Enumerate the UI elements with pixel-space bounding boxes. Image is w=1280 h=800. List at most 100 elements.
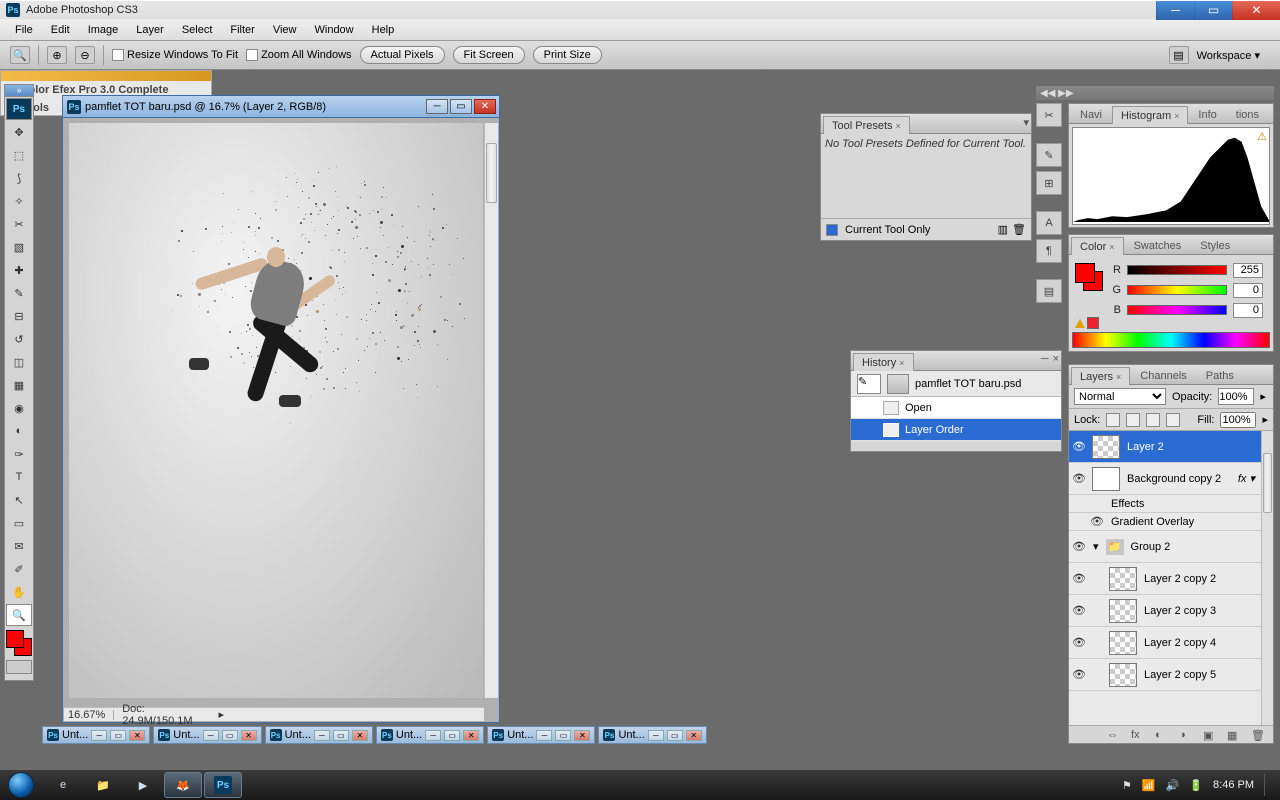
workspace-menu[interactable]: Workspace ▾ xyxy=(1197,49,1260,62)
document-titlebar[interactable]: Ps pamflet TOT baru.psd @ 16.7% (Layer 2… xyxy=(63,96,499,118)
history-brush-tool-icon[interactable]: ↺ xyxy=(6,328,32,350)
panel-dock-header[interactable]: ◀◀ ▶▶ xyxy=(1036,86,1274,100)
dock-clone-icon[interactable]: ⊞ xyxy=(1036,171,1062,195)
visibility-icon[interactable]: 👁 xyxy=(1069,668,1089,681)
red-slider[interactable] xyxy=(1127,265,1227,275)
green-slider[interactable] xyxy=(1127,285,1227,295)
layer-row[interactable]: 👁Layer 2 xyxy=(1069,431,1261,463)
layer-row[interactable]: 👁Layer 2 copy 3 xyxy=(1069,595,1261,627)
eyedropper-tool-icon[interactable]: ✐ xyxy=(6,558,32,580)
styles-tab[interactable]: Styles xyxy=(1191,236,1239,255)
menu-select[interactable]: Select xyxy=(173,24,222,36)
dodge-tool-icon[interactable]: ◐ xyxy=(6,420,32,442)
marquee-tool-icon[interactable]: ⬚ xyxy=(6,144,32,166)
histogram-warning-icon[interactable]: ⚠ xyxy=(1257,130,1267,143)
tray-flag-icon[interactable]: ⚑ xyxy=(1122,779,1132,792)
actions-tab[interactable]: tions xyxy=(1227,105,1268,124)
fit-screen-button[interactable]: Fit Screen xyxy=(453,46,525,64)
eraser-tool-icon[interactable]: ◫ xyxy=(6,351,32,373)
lock-all-icon[interactable] xyxy=(1166,413,1180,427)
show-desktop-button[interactable] xyxy=(1264,774,1272,796)
notes-tool-icon[interactable]: ✉ xyxy=(6,535,32,557)
lock-transparency-icon[interactable] xyxy=(1106,413,1120,427)
tray-clock[interactable]: 8:46 PM xyxy=(1213,779,1254,791)
paths-tab[interactable]: Paths xyxy=(1197,366,1243,385)
toolbox-collapse[interactable]: » xyxy=(5,85,33,97)
dock-icon-1[interactable]: ✂ xyxy=(1036,103,1062,127)
goto-bridge-icon[interactable]: ▤ xyxy=(1169,46,1189,64)
swatches-tab[interactable]: Swatches xyxy=(1125,236,1191,255)
maximize-button[interactable]: ▭ xyxy=(1194,1,1232,20)
info-tab[interactable]: Info xyxy=(1189,105,1225,124)
lasso-tool-icon[interactable]: ⟆ xyxy=(6,167,32,189)
doc-close-button[interactable]: ✕ xyxy=(474,99,496,114)
doc-minimize-button[interactable]: ─ xyxy=(426,99,448,114)
close-button[interactable]: ✕ xyxy=(1232,1,1280,20)
document-tab[interactable]: PsUnt...─▭✕ xyxy=(376,726,484,744)
zoom-out-icon[interactable]: ⊖ xyxy=(75,46,95,64)
quickmask-toggle[interactable] xyxy=(6,660,32,674)
taskbar-explorer-icon[interactable]: 📁 xyxy=(84,772,122,798)
tray-volume-icon[interactable]: 🔊 xyxy=(1166,779,1180,792)
green-value[interactable]: 0 xyxy=(1233,283,1263,298)
resize-to-fit-checkbox[interactable]: Resize Windows To Fit xyxy=(112,49,238,61)
document-tab[interactable]: PsUnt...─▭✕ xyxy=(42,726,150,744)
dock-paragraph-icon[interactable]: ¶ xyxy=(1036,239,1062,263)
visibility-icon[interactable]: 👁 xyxy=(1069,540,1089,553)
blue-slider[interactable] xyxy=(1127,305,1227,315)
visibility-icon[interactable]: 👁 xyxy=(1069,636,1089,649)
visibility-icon[interactable]: 👁 xyxy=(1069,572,1089,585)
color-ramp[interactable] xyxy=(1072,332,1270,348)
menu-help[interactable]: Help xyxy=(363,24,404,36)
shape-tool-icon[interactable]: ▭ xyxy=(6,512,32,534)
dock-brushes-icon[interactable]: ✎ xyxy=(1036,143,1062,167)
document-size[interactable]: Doc: 24.9M/150.1M xyxy=(122,703,210,727)
doc-maximize-button[interactable]: ▭ xyxy=(450,99,472,114)
fill-input[interactable] xyxy=(1220,412,1256,428)
history-snapshot-icon[interactable]: ✎ xyxy=(857,374,881,394)
path-tool-icon[interactable]: ↖ xyxy=(6,489,32,511)
slice-tool-icon[interactable]: ▧ xyxy=(6,236,32,258)
layer-row[interactable]: 👁▾📁Group 2 xyxy=(1069,531,1261,563)
doc-scrollbar-horizontal[interactable] xyxy=(228,707,484,721)
menu-file[interactable]: File xyxy=(6,24,42,36)
actual-pixels-button[interactable]: Actual Pixels xyxy=(360,46,445,64)
color-tab[interactable]: Color× xyxy=(1071,237,1124,255)
minimize-button[interactable]: ─ xyxy=(1156,1,1194,20)
layer-row[interactable]: 👁Layer 2 copy 5 xyxy=(1069,659,1261,691)
panel-close-icon[interactable]: × xyxy=(1053,353,1059,365)
move-tool-icon[interactable]: ✥ xyxy=(6,121,32,143)
histogram-tab[interactable]: Histogram× xyxy=(1112,106,1188,124)
document-tab[interactable]: PsUnt...─▭✕ xyxy=(487,726,595,744)
blue-value[interactable]: 0 xyxy=(1233,303,1263,318)
tray-network-icon[interactable]: 📶 xyxy=(1142,779,1156,792)
hand-tool-icon[interactable]: ✋ xyxy=(6,581,32,603)
layer-row[interactable]: 👁Layer 2 copy 4 xyxy=(1069,627,1261,659)
layer-row[interactable]: Effects xyxy=(1069,495,1261,513)
taskbar-firefox-icon[interactable]: 🦊 xyxy=(164,772,202,798)
history-item-open[interactable]: Open xyxy=(851,397,1061,419)
taskbar-media-icon[interactable]: ▶ xyxy=(124,772,162,798)
layer-row[interactable]: 👁Gradient Overlay xyxy=(1069,513,1261,531)
canvas[interactable] xyxy=(69,123,483,698)
layer-row[interactable]: 👁Layer 2 copy 2 xyxy=(1069,563,1261,595)
channels-tab[interactable]: Channels xyxy=(1131,366,1195,385)
visibility-icon[interactable]: 👁 xyxy=(1069,604,1089,617)
brush-tool-icon[interactable]: ✎ xyxy=(6,282,32,304)
zoom-tool-selected-icon[interactable]: 🔍 xyxy=(6,604,32,626)
menu-layer[interactable]: Layer xyxy=(127,24,173,36)
history-item-layerorder[interactable]: Layer Order xyxy=(851,419,1061,441)
history-doc-thumb[interactable] xyxy=(887,374,909,394)
doc-scrollbar-vertical[interactable] xyxy=(484,123,498,698)
layers-scrollbar[interactable] xyxy=(1261,431,1273,725)
document-zoom[interactable]: 16.67% xyxy=(68,709,105,721)
menu-image[interactable]: Image xyxy=(79,24,128,36)
opacity-input[interactable] xyxy=(1218,388,1254,405)
wand-tool-icon[interactable]: ✧ xyxy=(6,190,32,212)
new-preset-icon[interactable]: ▥ xyxy=(998,223,1008,236)
document-tab[interactable]: PsUnt...─▭✕ xyxy=(598,726,706,744)
print-size-button[interactable]: Print Size xyxy=(533,46,602,64)
visibility-icon[interactable]: 👁 xyxy=(1069,440,1089,453)
layer-row[interactable]: 👁Background copy 2fx ▾ xyxy=(1069,463,1261,495)
menu-window[interactable]: Window xyxy=(306,24,363,36)
